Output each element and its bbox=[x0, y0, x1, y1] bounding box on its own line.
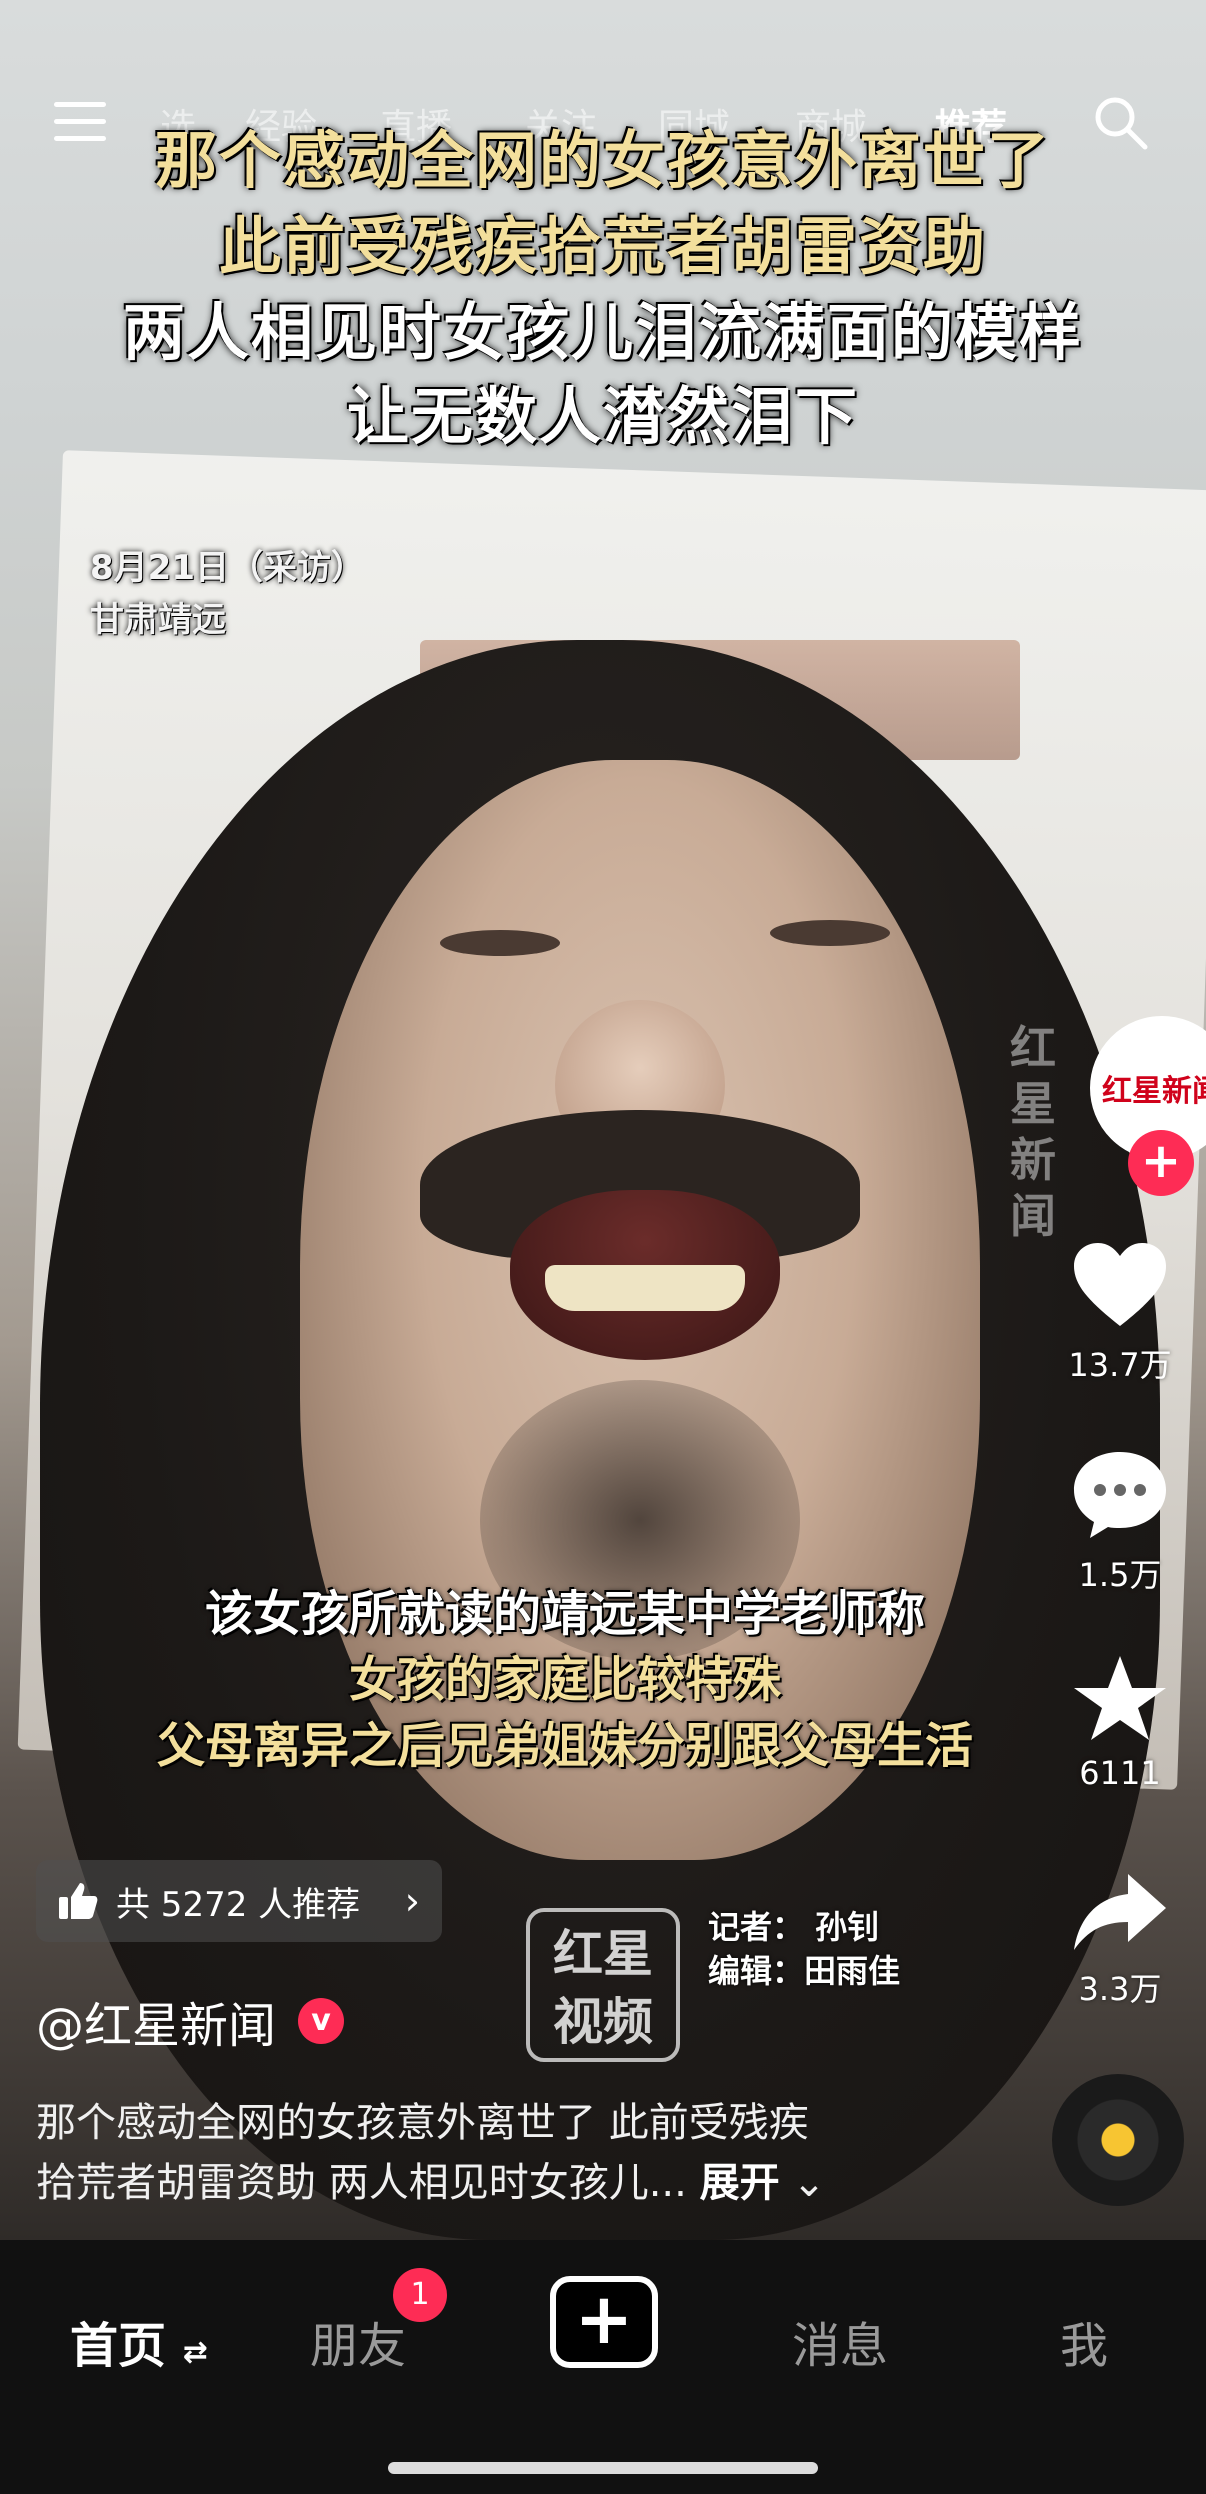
like-count: 13.7万 bbox=[1068, 1346, 1172, 1384]
subtitle-line-2: 女孩的家庭比较特殊 bbox=[348, 1652, 781, 1708]
verified-badge-icon: v bbox=[298, 1998, 345, 2044]
favorite-count: 6111 bbox=[1079, 1754, 1161, 1792]
headline-line-1: 那个感动全网的女孩意外离世了 bbox=[154, 124, 1051, 197]
headline-line-3: 两人相见时女孩儿泪流满面的模样 bbox=[122, 296, 1083, 369]
subtitle-line-1: 该女孩所就读的靖远某中学老师称 bbox=[204, 1586, 925, 1642]
headline-line-4: 让无数人潸然泪下 bbox=[346, 380, 859, 453]
place-caption: 甘肃靖远 bbox=[90, 600, 226, 640]
description-line-1[interactable]: 那个感动全网的女孩意外离世了 此前受残疾 bbox=[36, 2090, 809, 2148]
create-button[interactable]: + bbox=[550, 2276, 658, 2368]
home-indicator[interactable] bbox=[388, 2462, 818, 2474]
author-name[interactable]: @红星新闻 v bbox=[36, 1986, 345, 2056]
logo-line-1: 红星 bbox=[553, 1925, 653, 1983]
recommend-label: 共 5272 人推荐 bbox=[116, 1884, 361, 1925]
comment-icon[interactable] bbox=[1070, 1448, 1170, 1540]
watermark: 红星新闻 bbox=[1010, 1021, 1056, 1243]
author-handle[interactable]: @红星新闻 bbox=[36, 1986, 276, 2056]
description-line-2[interactable]: 拾荒者胡雷资助 两人相见时女孩儿... 展开 ⌄ bbox=[36, 2150, 826, 2208]
description-line-2-text: 拾荒者胡雷资助 两人相见时女孩儿... bbox=[36, 2160, 687, 2206]
follow-plus-button[interactable]: + bbox=[1128, 1130, 1194, 1196]
date-caption: 8月21日（采访） bbox=[90, 548, 365, 588]
favorite-action[interactable]: 6111 bbox=[1060, 1652, 1180, 1792]
chevron-right-icon: › bbox=[404, 1879, 420, 1923]
nav-home[interactable]: 首页 ⇄ bbox=[70, 2306, 208, 2376]
chevron-down-icon: ⌄ bbox=[792, 2160, 826, 2206]
subtitle-line-3: 父母离异之后兄弟姐妹分别跟父母生活 bbox=[156, 1718, 973, 1774]
person-right-eye bbox=[770, 920, 890, 946]
like-action[interactable]: 13.7万 bbox=[1060, 1240, 1180, 1386]
music-disc-icon[interactable] bbox=[1052, 2074, 1184, 2206]
editor-credit: 编辑：田雨佳 bbox=[708, 1952, 901, 1990]
share-count: 3.3万 bbox=[1078, 1970, 1162, 2008]
nav-messages[interactable]: 消息 bbox=[792, 2306, 888, 2376]
friends-notification-badge: 1 bbox=[393, 2268, 447, 2322]
nav-friends[interactable]: 朋友 bbox=[310, 2306, 406, 2376]
bottom-nav-bar: 首页 ⇄ 朋友 1 + 消息 我 bbox=[0, 2240, 1206, 2494]
heart-icon[interactable] bbox=[1070, 1240, 1170, 1330]
thumbs-up-icon bbox=[59, 1883, 98, 1919]
person-left-eye bbox=[440, 930, 560, 956]
nav-me[interactable]: 我 bbox=[1060, 2306, 1108, 2376]
recommend-pill[interactable]: 共 5272 人推荐 › bbox=[36, 1860, 442, 1942]
nav-home-label: 首页 bbox=[70, 2318, 167, 2374]
comment-count: 1.5万 bbox=[1078, 1556, 1162, 1594]
share-arrow-icon[interactable] bbox=[1070, 1870, 1170, 1954]
video-frame[interactable]: 选 经验 直播 关注 同城 商城 推荐 那个感动全网的女孩意外离世了 此前受残疾… bbox=[0, 0, 1206, 2240]
comment-action[interactable]: 1.5万 bbox=[1060, 1448, 1180, 1596]
headline-line-2: 此前受残疾拾荒者胡雷资助 bbox=[218, 210, 987, 283]
hongxing-video-logo: 红星 视频 bbox=[526, 1908, 680, 2062]
star-icon[interactable] bbox=[1070, 1652, 1170, 1744]
avatar-logo-text: 红星新闻 bbox=[1102, 1074, 1206, 1109]
person-teeth bbox=[545, 1265, 745, 1311]
reporter-credit: 记者： 孙钊 bbox=[708, 1908, 880, 1946]
swap-arrows-icon: ⇄ bbox=[182, 2335, 208, 2370]
share-action[interactable]: 3.3万 bbox=[1060, 1870, 1180, 2010]
expand-link[interactable]: 展开 bbox=[700, 2160, 780, 2206]
logo-line-2: 视频 bbox=[553, 1993, 653, 2051]
